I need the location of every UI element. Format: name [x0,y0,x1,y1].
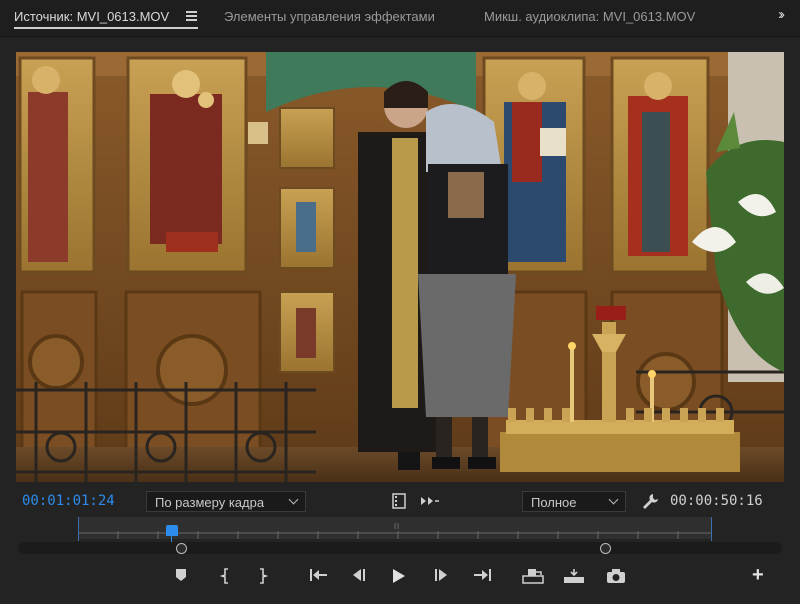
export-frame-icon[interactable] [606,568,626,588]
current-timecode[interactable]: 00:01:01:24 [22,493,115,509]
overwrite-icon[interactable] [563,568,585,588]
active-tab-indicator [14,27,198,29]
zoom-scrollbar[interactable] [18,542,782,554]
in-point-marker [78,517,79,541]
insert-icon[interactable] [522,568,544,588]
panel-tab-bar: Источник: MVI_0613.MOV Элементы управлен… [0,0,800,37]
step-forward-icon[interactable] [433,568,451,588]
tab-audio-clip-mixer[interactable]: Микш. аудиоклипа: MVI_0613.MOV [484,9,695,24]
tab-source[interactable]: Источник: MVI_0613.MOV [14,9,169,24]
go-to-out-icon[interactable] [472,568,492,588]
playback-resolution-value: Полное [531,495,577,510]
icon-panel-theotokos [124,56,262,454]
mark-in-icon[interactable] [218,568,232,588]
settings-wrench-icon[interactable] [641,492,659,513]
mark-out-icon[interactable] [256,568,270,588]
zoom-handle-right[interactable] [600,543,611,554]
video-frame [16,52,784,482]
playback-resolution-dropdown[interactable]: Полное [522,491,626,512]
add-marker-icon[interactable] [174,568,188,588]
duration-timecode: 00:00:50:16 [670,493,763,509]
overflow-chevrons-icon[interactable]: ›› [778,6,785,23]
zoom-handle-left[interactable] [176,543,187,554]
icon-panel-archangel [610,56,724,454]
step-back-icon[interactable] [349,568,367,588]
play-icon[interactable] [390,568,408,588]
insert-overwrite-icon[interactable] [420,493,440,512]
zoom-level-dropdown[interactable]: По размеру кадра [146,491,306,512]
go-to-in-icon[interactable] [309,568,329,588]
panel-menu-icon[interactable] [186,11,197,21]
tab-effect-controls[interactable]: Элементы управления эффектами [224,9,435,24]
playhead[interactable] [166,525,178,536]
button-editor-plus-icon[interactable]: + [752,564,764,587]
source-monitor-viewer[interactable] [16,52,784,482]
chevron-down-icon [288,494,299,505]
chevron-down-icon [608,494,619,505]
out-point-marker [711,517,712,541]
zoom-level-value: По размеру кадра [155,495,265,510]
clip-icon[interactable] [392,493,406,512]
